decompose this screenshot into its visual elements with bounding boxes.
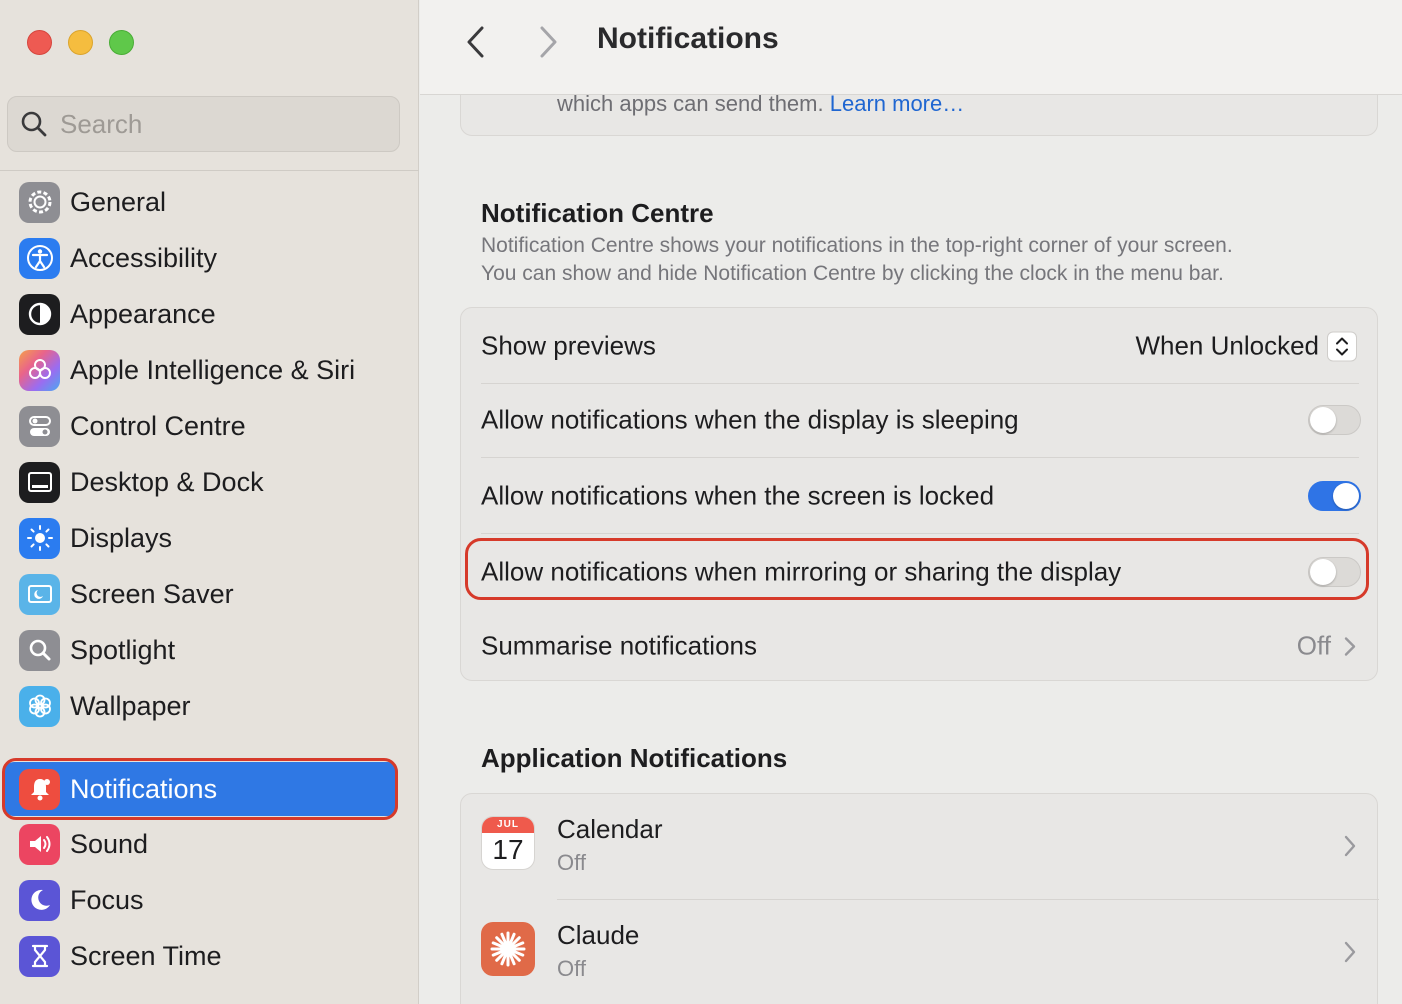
show-previews-popup[interactable]: When Unlocked <box>1135 331 1357 362</box>
sidebar-item-spotlight[interactable]: Spotlight <box>4 624 398 676</box>
sidebar-item-label: Accessibility <box>70 242 218 273</box>
sound-icon <box>19 823 60 865</box>
appearance-icon <box>19 293 60 335</box>
description-line: Notification Centre shows your notificat… <box>481 234 1233 257</box>
sidebar-item-wallpaper[interactable]: Wallpaper <box>4 680 398 732</box>
calendar-icon-day: 17 <box>492 834 524 865</box>
dock-icon <box>19 461 60 503</box>
summarise-row[interactable]: Summarise notifications Off <box>461 608 1379 684</box>
main-content: Notifications which apps can send them. … <box>420 0 1402 1004</box>
forward-button[interactable] <box>528 22 568 62</box>
section-title-notification-centre: Notification Centre <box>481 198 714 228</box>
sidebar: General Accessibility Appearance Apple I… <box>0 0 419 1004</box>
selection-highlight-outline <box>2 758 398 820</box>
zoom-window-button[interactable] <box>109 30 134 55</box>
sidebar-item-label: Control Centre <box>70 410 246 441</box>
chevron-left-icon <box>467 26 484 58</box>
window-controls <box>27 30 134 55</box>
notification-centre-settings: Show previews When Unlocked Allow notifi… <box>460 307 1378 681</box>
section-title-application-notifications: Application Notifications <box>481 743 788 773</box>
screen-locked-label: Allow notifications when the screen is l… <box>481 480 995 511</box>
screen-saver-icon <box>19 573 60 615</box>
sidebar-item-label: Displays <box>70 522 173 553</box>
close-window-button[interactable] <box>27 30 52 55</box>
display-sleeping-row: Allow notifications when the display is … <box>461 382 1379 458</box>
screen-time-icon <box>19 935 60 977</box>
siri-icon <box>19 349 60 391</box>
mirroring-highlight-outline <box>465 538 1369 600</box>
sidebar-item-label: General <box>70 186 167 217</box>
toggle-knob <box>1310 407 1336 433</box>
spotlight-icon <box>19 629 60 671</box>
show-previews-row: Show previews When Unlocked <box>461 308 1379 384</box>
sidebar-item-label: Spotlight <box>70 634 176 665</box>
toolbar: Notifications <box>420 0 1402 95</box>
app-row-claude[interactable]: Claude Off <box>461 900 1379 1004</box>
app-name: Calendar <box>557 814 663 844</box>
sidebar-divider <box>0 170 419 171</box>
page-title: Notifications <box>597 22 779 55</box>
app-name: Claude <box>557 920 640 950</box>
chevron-right-icon <box>1344 636 1356 656</box>
focus-moon-icon <box>19 879 60 921</box>
calendar-icon-month: JUL <box>482 817 534 833</box>
sidebar-item-displays[interactable]: Displays <box>4 512 398 564</box>
sidebar-item-label: Focus <box>70 884 144 915</box>
sidebar-item-label: Appearance <box>70 298 216 329</box>
display-sleeping-label: Allow notifications when the display is … <box>481 404 1019 435</box>
sidebar-item-label: Screen Saver <box>70 578 234 609</box>
sidebar-item-general[interactable]: General <box>4 176 398 228</box>
search-field[interactable] <box>7 96 400 152</box>
sidebar-item-label: Sound <box>70 828 149 859</box>
displays-icon <box>19 517 60 559</box>
search-icon <box>21 111 47 137</box>
sidebar-item-desktop-dock[interactable]: Desktop & Dock <box>4 456 398 508</box>
minimize-window-button[interactable] <box>68 30 93 55</box>
sidebar-item-control-centre[interactable]: Control Centre <box>4 400 398 452</box>
screen-locked-row: Allow notifications when the screen is l… <box>461 458 1379 534</box>
sidebar-item-label: Wallpaper <box>70 690 191 721</box>
sidebar-item-apple-intelligence-siri[interactable]: Apple Intelligence & Siri <box>4 344 398 396</box>
summarise-label: Summarise notifications <box>481 630 757 661</box>
calendar-icon: JUL 17 <box>481 816 535 870</box>
show-previews-label: Show previews <box>481 330 656 361</box>
description-line: You can show and hide Notification Centr… <box>481 262 1224 285</box>
chevron-right-icon <box>1344 835 1356 857</box>
sidebar-item-label: Screen Time <box>70 940 222 971</box>
application-list: JUL 17 Calendar Off Claude Off <box>460 793 1379 1004</box>
display-sleeping-toggle[interactable] <box>1308 405 1361 435</box>
sidebar-item-screen-saver[interactable]: Screen Saver <box>4 568 398 620</box>
toggle-knob <box>1333 483 1359 509</box>
chevron-right-icon <box>540 26 557 58</box>
gear-icon <box>19 181 60 223</box>
app-status: Off <box>557 850 586 875</box>
summarise-disclosure[interactable]: Off <box>1297 631 1357 662</box>
sidebar-item-label: Desktop & Dock <box>70 466 264 497</box>
show-previews-value: When Unlocked <box>1135 330 1319 361</box>
sidebar-item-screen-time[interactable]: Screen Time <box>4 930 398 982</box>
summarise-value: Off <box>1296 630 1331 661</box>
wallpaper-icon <box>19 685 60 727</box>
chevron-right-icon <box>1344 941 1356 963</box>
sidebar-item-label: Apple Intelligence & Siri <box>70 354 356 385</box>
sidebar-item-sound[interactable]: Sound <box>4 818 398 870</box>
app-row-calendar[interactable]: JUL 17 Calendar Off <box>461 794 1379 900</box>
accessibility-icon <box>19 237 60 279</box>
app-status: Off <box>557 956 586 981</box>
sidebar-item-focus[interactable]: Focus <box>4 874 398 926</box>
control-centre-icon <box>19 405 60 447</box>
sidebar-item-appearance[interactable]: Appearance <box>4 288 398 340</box>
popup-stepper-icon <box>1327 331 1357 361</box>
claude-icon <box>481 922 535 976</box>
back-button[interactable] <box>456 22 496 62</box>
screen-locked-toggle[interactable] <box>1308 481 1361 511</box>
sidebar-item-accessibility[interactable]: Accessibility <box>4 232 398 284</box>
search-input[interactable] <box>60 108 380 140</box>
section-description: Notification Centre shows your notificat… <box>481 232 1361 288</box>
